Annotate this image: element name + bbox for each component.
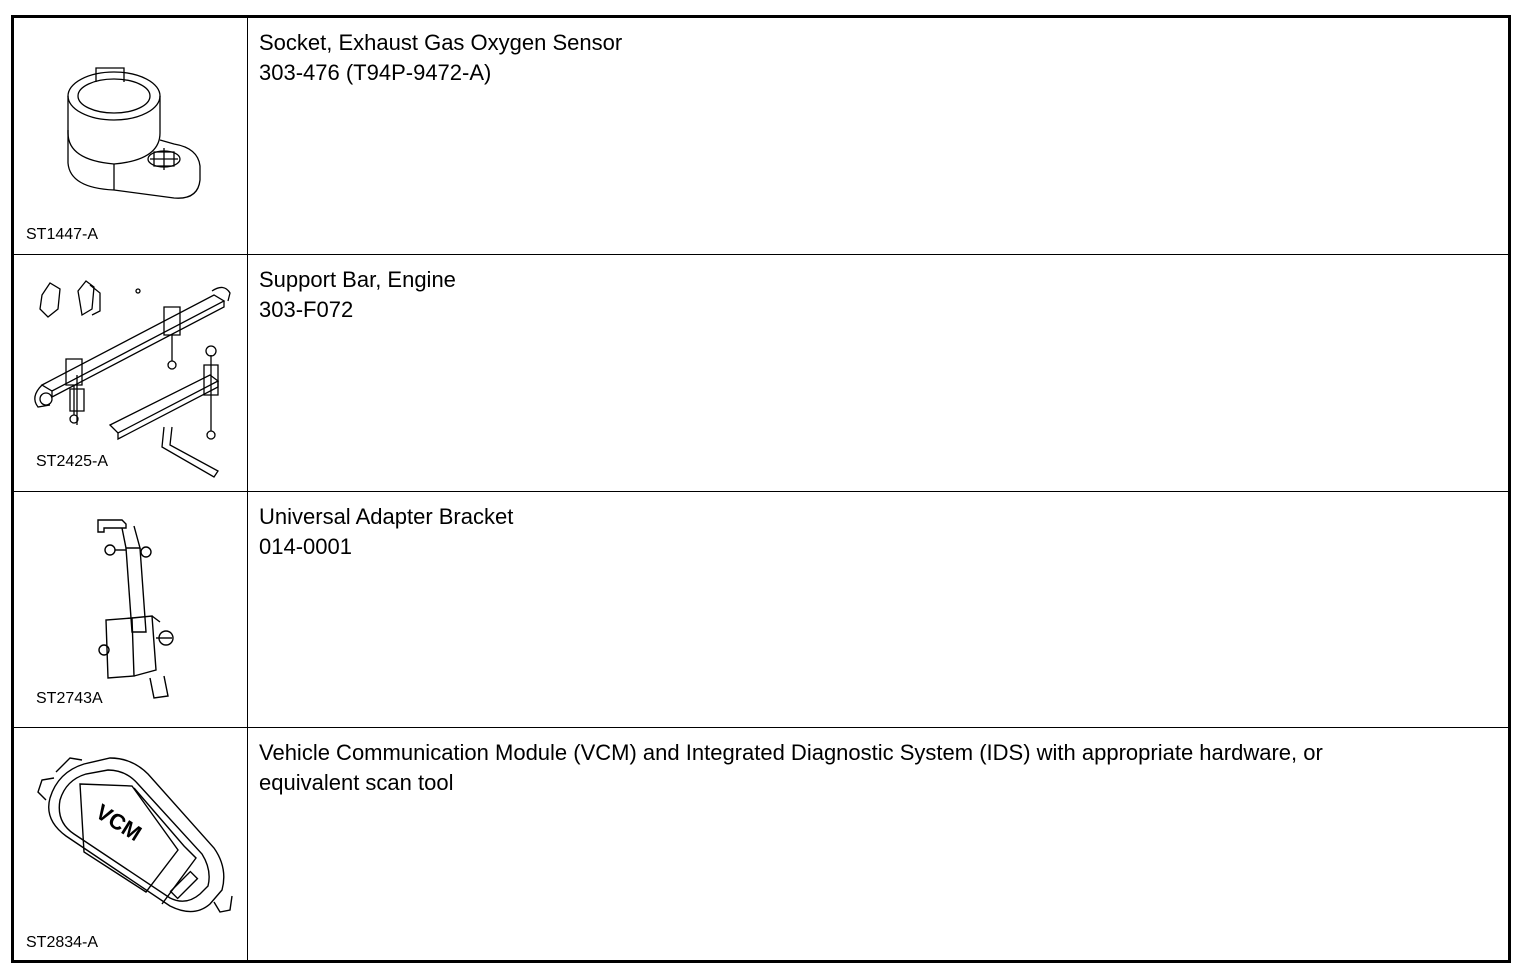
illustration-cell: ST1447-A bbox=[14, 18, 248, 254]
tool-number: equivalent scan tool bbox=[259, 770, 454, 795]
illustration-code: ST1447-A bbox=[26, 226, 99, 243]
illustration-cell: VCM ST2834-A bbox=[14, 728, 248, 960]
special-tools-table: ST1447-A Socket, Exhaust Gas Oxygen Sens… bbox=[11, 15, 1511, 963]
table-row: ST1447-A Socket, Exhaust Gas Oxygen Sens… bbox=[14, 18, 1508, 255]
tool-name: Vehicle Communication Module (VCM) and I… bbox=[259, 740, 1323, 765]
description-cell: Support Bar, Engine 303-F072 bbox=[248, 255, 1508, 491]
tool-name: Support Bar, Engine bbox=[259, 267, 456, 292]
table-row: ST2743A Universal Adapter Bracket 014-00… bbox=[14, 492, 1508, 728]
tool-name: Universal Adapter Bracket bbox=[259, 504, 514, 529]
description-cell: Vehicle Communication Module (VCM) and I… bbox=[248, 728, 1508, 960]
oxygen-sensor-socket-icon bbox=[14, 18, 248, 254]
table-row: ST2425-A Support Bar, Engine 303-F072 bbox=[14, 255, 1508, 492]
illustration-code: ST2743A bbox=[36, 690, 103, 707]
tool-number: 014-0001 bbox=[259, 534, 352, 559]
illustration-code: ST2834-A bbox=[26, 934, 99, 951]
description-cell: Universal Adapter Bracket 014-0001 bbox=[248, 492, 1508, 727]
tool-number: 303-476 (T94P-9472-A) bbox=[259, 60, 492, 85]
illustration-code: ST2425-A bbox=[36, 453, 109, 470]
illustration-cell: ST2743A bbox=[14, 492, 248, 727]
tool-name: Socket, Exhaust Gas Oxygen Sensor bbox=[259, 30, 623, 55]
description-cell: Socket, Exhaust Gas Oxygen Sensor 303-47… bbox=[248, 18, 1508, 254]
tool-number: 303-F072 bbox=[259, 297, 354, 322]
table-row: VCM ST2834-A Vehicle Communication Modul… bbox=[14, 728, 1508, 960]
illustration-cell: ST2425-A bbox=[14, 255, 248, 491]
